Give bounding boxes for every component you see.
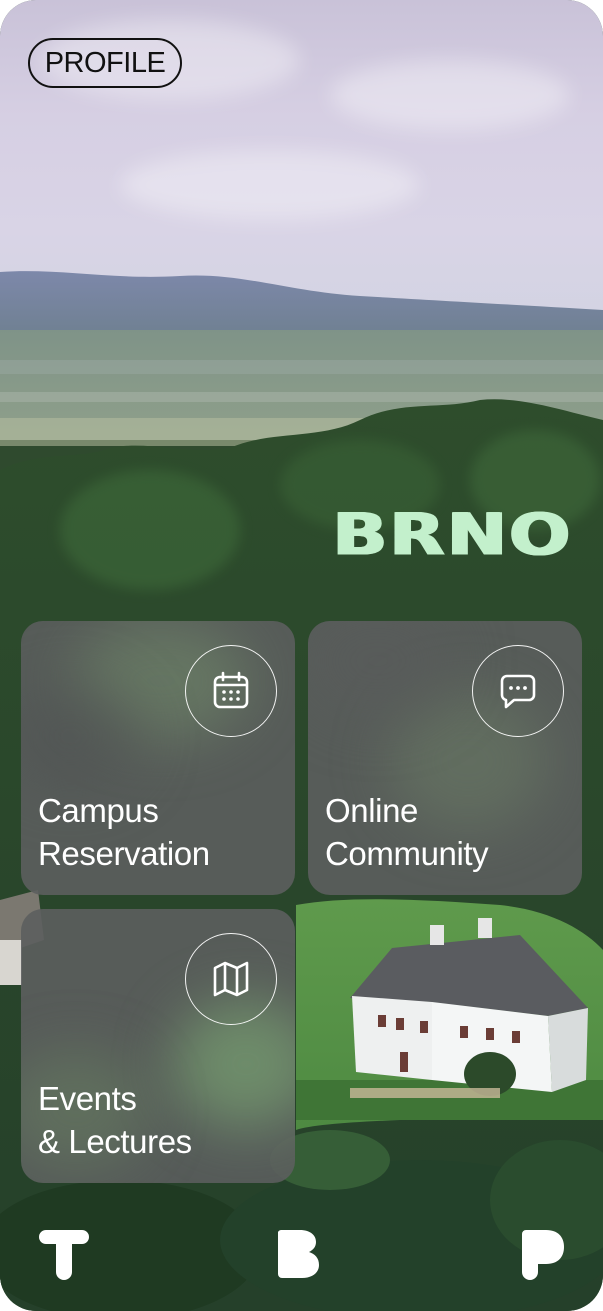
map-icon-button[interactable] — [185, 933, 277, 1025]
card-label-line: Community — [325, 835, 489, 872]
card-label-line: & Lectures — [38, 1123, 192, 1160]
card-label-line: Reservation — [38, 835, 210, 872]
chat-bubble-icon — [500, 674, 536, 709]
map-icon — [213, 961, 249, 997]
profile-button[interactable]: PROFILE — [28, 38, 182, 88]
card-label-line: Campus — [38, 792, 159, 829]
online-community-card[interactable]: Online Community — [308, 621, 582, 895]
chat-icon-button[interactable] — [472, 645, 564, 737]
events-lectures-label: Events & Lectures — [38, 1077, 192, 1163]
campus-reservation-card[interactable]: Campus Reservation — [21, 621, 295, 895]
brand-wordmark: BRNO — [332, 500, 572, 568]
card-label-line: Events — [38, 1080, 137, 1117]
letter-b-icon[interactable] — [272, 1228, 322, 1280]
campus-reservation-label: Campus Reservation — [38, 789, 210, 875]
calendar-icon-button[interactable] — [185, 645, 277, 737]
forest-highlight — [60, 470, 240, 590]
app-screen: PROFILE BRNO Campus Reservation Online C… — [0, 0, 603, 1311]
letter-t-icon[interactable] — [38, 1228, 90, 1280]
card-label-line: Online — [325, 792, 418, 829]
letter-p-icon[interactable] — [518, 1228, 566, 1280]
events-lectures-card[interactable]: Events & Lectures — [21, 909, 295, 1183]
calendar-icon — [213, 671, 249, 709]
online-community-label: Online Community — [325, 789, 489, 875]
